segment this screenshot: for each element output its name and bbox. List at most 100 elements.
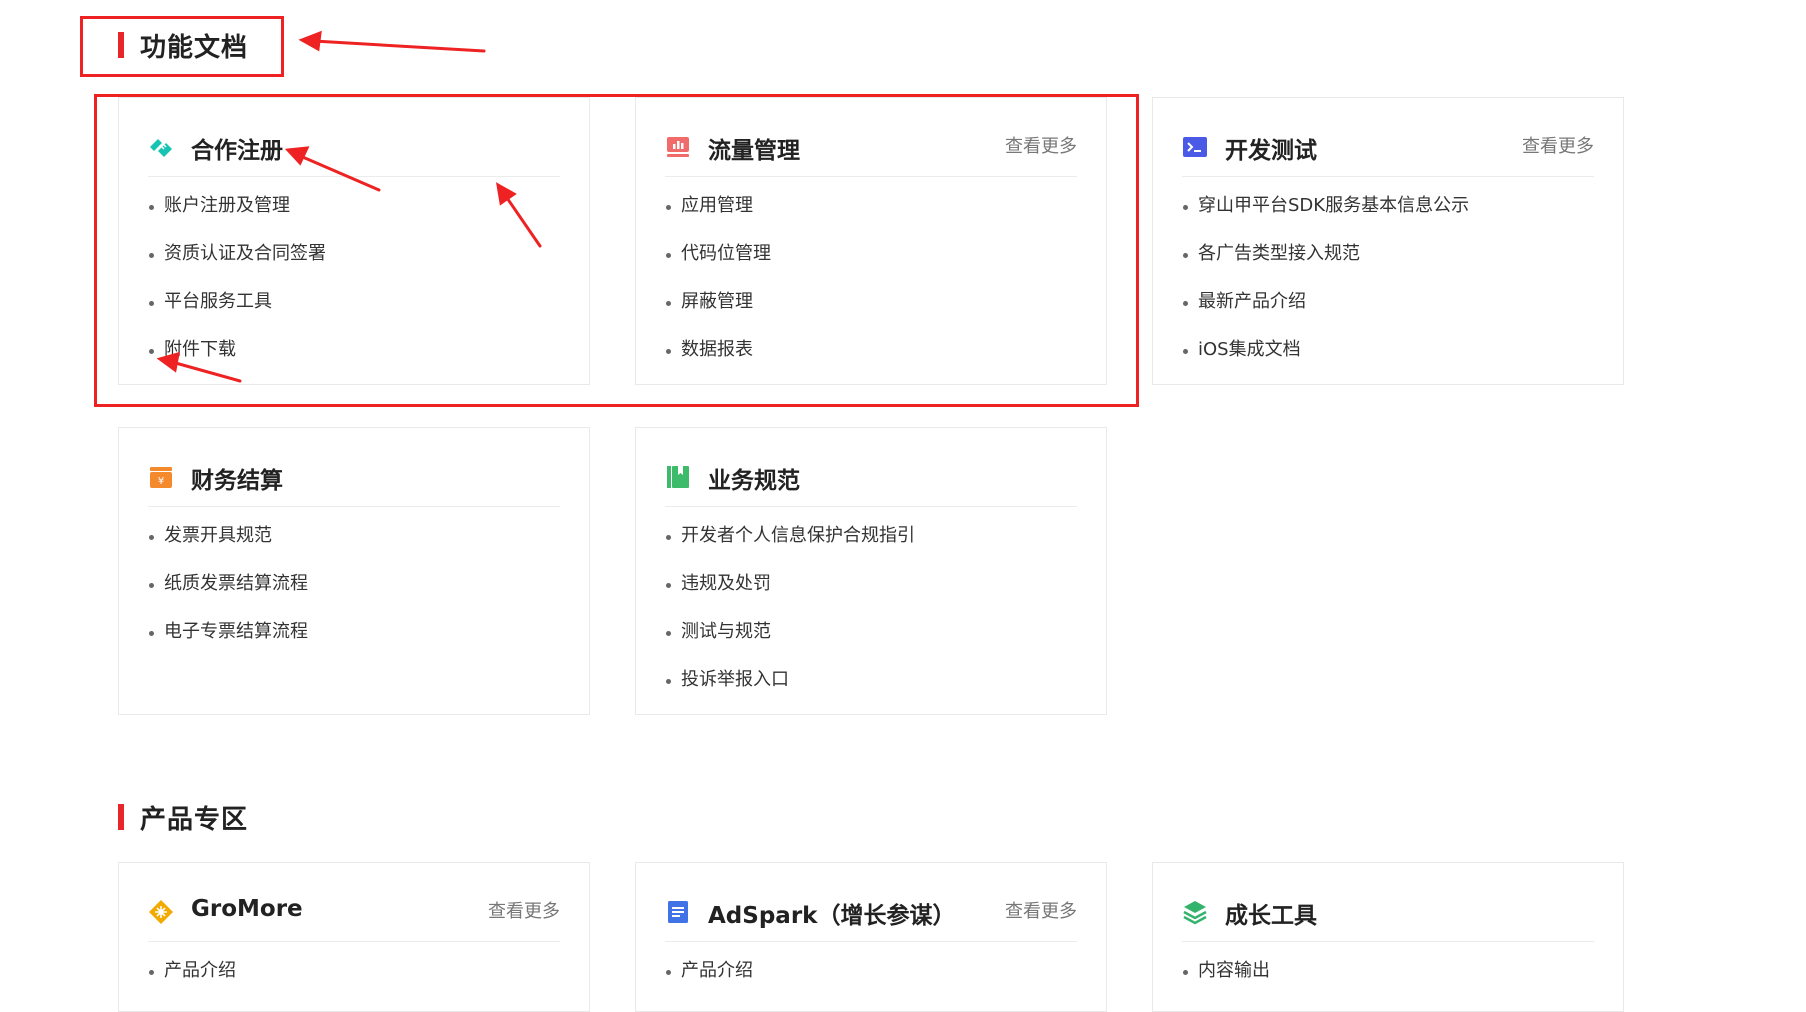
list-item[interactable]: 产品介绍 bbox=[665, 958, 753, 1006]
list-item-label[interactable]: 产品介绍 bbox=[164, 958, 236, 984]
section-title-bar bbox=[118, 32, 124, 58]
card-title[interactable]: 合作注册 bbox=[191, 131, 283, 165]
chart-icon bbox=[667, 137, 689, 157]
list-item-label[interactable]: 纸质发票结算流程 bbox=[164, 571, 308, 597]
card-title[interactable]: AdSpark（增长参谋） bbox=[708, 896, 955, 930]
list-item[interactable]: 测试与规范 bbox=[665, 619, 915, 667]
card-link-list: 发票开具规范 纸质发票结算流程 电子专票结算流程 bbox=[148, 523, 308, 667]
list-item[interactable]: 资质认证及合同签署 bbox=[148, 241, 326, 289]
list-item[interactable]: 平台服务工具 bbox=[148, 289, 326, 337]
list-item-label[interactable]: 屏蔽管理 bbox=[681, 289, 753, 315]
card-header: ¥ 财务结算 bbox=[148, 446, 560, 507]
bullet-icon bbox=[149, 349, 154, 354]
list-item[interactable]: 违规及处罚 bbox=[665, 571, 915, 619]
card-link-list: 内容输出 bbox=[1182, 958, 1270, 1006]
list-item-label[interactable]: 产品介绍 bbox=[681, 958, 753, 984]
view-more-link[interactable]: 查看更多 bbox=[1522, 132, 1594, 158]
list-item-label[interactable]: 开发者个人信息保护合规指引 bbox=[681, 523, 915, 549]
card-link-list: 产品介绍 bbox=[148, 958, 236, 1006]
list-item[interactable]: 发票开具规范 bbox=[148, 523, 308, 571]
bullet-icon bbox=[666, 205, 671, 210]
card-title[interactable]: 开发测试 bbox=[1225, 131, 1317, 165]
list-item-label[interactable]: 最新产品介绍 bbox=[1198, 289, 1306, 315]
book-icon bbox=[667, 466, 689, 488]
list-item[interactable]: 投诉举报入口 bbox=[665, 667, 915, 715]
list-item[interactable]: 各广告类型接入规范 bbox=[1182, 241, 1469, 289]
card-gromore: GroMore 查看更多 产品介绍 bbox=[118, 862, 590, 1012]
list-item[interactable]: 数据报表 bbox=[665, 337, 771, 385]
card-header: 合作注册 bbox=[148, 116, 560, 177]
bullet-icon bbox=[666, 535, 671, 540]
list-item[interactable]: 电子专票结算流程 bbox=[148, 619, 308, 667]
card-title[interactable]: 业务规范 bbox=[708, 461, 800, 495]
view-more-link[interactable]: 查看更多 bbox=[1005, 132, 1077, 158]
terminal-icon bbox=[1183, 137, 1207, 157]
list-item-label[interactable]: 平台服务工具 bbox=[164, 289, 272, 315]
list-item[interactable]: 纸质发票结算流程 bbox=[148, 571, 308, 619]
list-item-label[interactable]: 数据报表 bbox=[681, 337, 753, 363]
card-devtest: 开发测试 查看更多 穿山甲平台SDK服务基本信息公示 各广告类型接入规范 最新产… bbox=[1152, 97, 1624, 385]
list-item-label[interactable]: 附件下载 bbox=[164, 337, 236, 363]
section-title-text: 产品专区 bbox=[140, 804, 249, 835]
card-finance: ¥ 财务结算 发票开具规范 纸质发票结算流程 电子专票结算流程 bbox=[118, 427, 590, 715]
card-title[interactable]: 流量管理 bbox=[708, 131, 800, 165]
list-item-label[interactable]: 测试与规范 bbox=[681, 619, 771, 645]
bullet-icon bbox=[666, 631, 671, 636]
section-title-text: 功能文档 bbox=[140, 32, 249, 63]
list-item-label[interactable]: 代码位管理 bbox=[681, 241, 771, 267]
list-item-label[interactable]: 各广告类型接入规范 bbox=[1198, 241, 1360, 267]
list-item-label[interactable]: 账户注册及管理 bbox=[164, 193, 290, 219]
card-growth: 成长工具 内容输出 bbox=[1152, 862, 1624, 1012]
card-title[interactable]: 财务结算 bbox=[191, 461, 283, 495]
list-item[interactable]: 穿山甲平台SDK服务基本信息公示 bbox=[1182, 193, 1469, 241]
view-more-link[interactable]: 查看更多 bbox=[1005, 897, 1077, 923]
bullet-icon bbox=[666, 301, 671, 306]
bullet-icon bbox=[1183, 253, 1188, 258]
list-item[interactable]: 屏蔽管理 bbox=[665, 289, 771, 337]
card-title[interactable]: GroMore bbox=[191, 896, 303, 922]
list-item-label[interactable]: 电子专票结算流程 bbox=[164, 619, 308, 645]
list-item-label[interactable]: 投诉举报入口 bbox=[681, 667, 789, 693]
list-item[interactable]: 产品介绍 bbox=[148, 958, 236, 1006]
list-item[interactable]: 内容输出 bbox=[1182, 958, 1270, 1006]
list-item[interactable]: 附件下载 bbox=[148, 337, 326, 385]
bullet-icon bbox=[666, 349, 671, 354]
bullet-icon bbox=[666, 970, 671, 975]
list-item-label[interactable]: 应用管理 bbox=[681, 193, 753, 219]
section-title-products: 产品专区 bbox=[118, 802, 248, 835]
bullet-icon bbox=[149, 301, 154, 306]
view-more-link[interactable]: 查看更多 bbox=[488, 897, 560, 923]
bullet-icon bbox=[149, 205, 154, 210]
bullet-icon bbox=[149, 970, 154, 975]
list-item[interactable]: iOS集成文档 bbox=[1182, 337, 1469, 385]
bullet-icon bbox=[149, 253, 154, 258]
bullet-icon bbox=[149, 535, 154, 540]
card-register: 合作注册 账户注册及管理 资质认证及合同签署 平台服务工具 附件下载 bbox=[118, 97, 590, 385]
card-rules: 业务规范 开发者个人信息保护合规指引 违规及处罚 测试与规范 投诉举报入口 bbox=[635, 427, 1107, 715]
card-link-list: 产品介绍 bbox=[665, 958, 753, 1006]
bullet-icon bbox=[666, 583, 671, 588]
list-item-label[interactable]: iOS集成文档 bbox=[1198, 337, 1301, 363]
card-header: 流量管理 查看更多 bbox=[665, 116, 1077, 177]
list-item-label[interactable]: 内容输出 bbox=[1198, 958, 1270, 984]
list-item[interactable]: 账户注册及管理 bbox=[148, 193, 326, 241]
list-item[interactable]: 最新产品介绍 bbox=[1182, 289, 1469, 337]
bullet-icon bbox=[149, 631, 154, 636]
list-item-label[interactable]: 违规及处罚 bbox=[681, 571, 771, 597]
list-item[interactable]: 应用管理 bbox=[665, 193, 771, 241]
list-item[interactable]: 开发者个人信息保护合规指引 bbox=[665, 523, 915, 571]
handshake-icon bbox=[150, 139, 172, 157]
card-header: 开发测试 查看更多 bbox=[1182, 116, 1594, 177]
card-header: 业务规范 bbox=[665, 446, 1077, 507]
card-title[interactable]: 成长工具 bbox=[1225, 896, 1317, 930]
list-item-label[interactable]: 发票开具规范 bbox=[164, 523, 272, 549]
card-header: 成长工具 bbox=[1182, 881, 1594, 942]
bullet-icon bbox=[1183, 349, 1188, 354]
list-item-label[interactable]: 资质认证及合同签署 bbox=[164, 241, 326, 267]
card-link-list: 穿山甲平台SDK服务基本信息公示 各广告类型接入规范 最新产品介绍 iOS集成文… bbox=[1182, 193, 1469, 385]
annotation-arrow bbox=[312, 39, 486, 53]
card-adspark: AdSpark（增长参谋） 查看更多 产品介绍 bbox=[635, 862, 1107, 1012]
section-title-bar bbox=[118, 804, 124, 830]
list-item[interactable]: 代码位管理 bbox=[665, 241, 771, 289]
list-item-label[interactable]: 穿山甲平台SDK服务基本信息公示 bbox=[1198, 193, 1469, 219]
